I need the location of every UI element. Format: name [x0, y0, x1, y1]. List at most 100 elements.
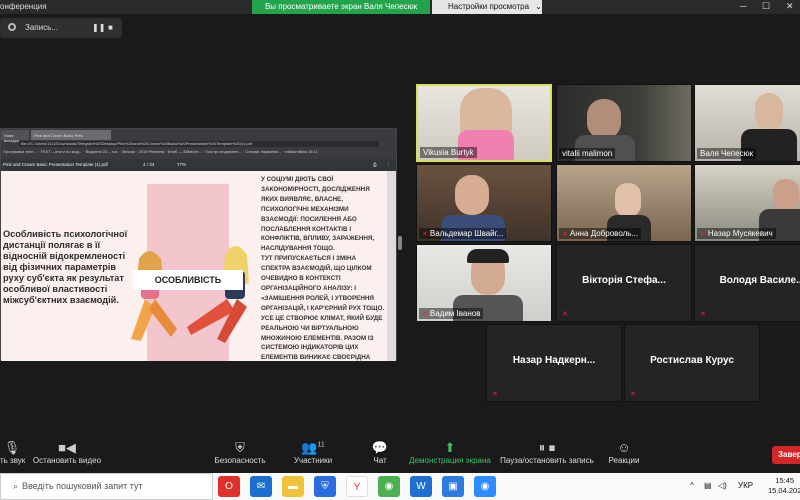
- splitter-handle[interactable]: [398, 236, 402, 250]
- participant-tile[interactable]: ✕ Вальдемар Швайг...: [416, 164, 552, 242]
- participants-button[interactable]: 👥11 Участники: [290, 440, 336, 465]
- security-button[interactable]: ⛨ Безопасность: [212, 440, 268, 465]
- chat-bubble-icon: 💬: [371, 440, 389, 455]
- pdf-title: Pink and Cream Basic Presentation Templa…: [3, 162, 108, 167]
- mute-button[interactable]: 🎙 ть звук: [0, 440, 25, 465]
- bookmark[interactable]: TEXT – итоги по мод...: [40, 149, 82, 154]
- browser-chrome: Нова вкладка Pink and Cream Basic Pres f…: [1, 129, 396, 159]
- pause-recording-button[interactable]: ⏸ ⏹ Пауза/остановить запись: [498, 440, 596, 465]
- volume-icon[interactable]: ◁): [718, 481, 727, 490]
- participant-grid: Vikusia Burtyk vitalii malimon Валя Чепе…: [405, 80, 800, 404]
- participant-tile[interactable]: Назар Надкерн... ✕: [486, 324, 622, 402]
- illustration-women: [131, 246, 249, 343]
- participant-name: Володя Василе...: [719, 275, 800, 286]
- bookmark[interactable]: Гіссгірх ендоменн...: [205, 149, 241, 154]
- maximize-icon[interactable]: ☐: [762, 1, 770, 12]
- chrome-icon[interactable]: ◉: [378, 476, 400, 497]
- participant-name: Ростислав Курус: [650, 355, 734, 366]
- yandex-icon[interactable]: Y: [346, 476, 368, 497]
- participant-name: ✕ Назар Мусякевич: [697, 228, 776, 239]
- browser-tab[interactable]: Нова вкладка: [1, 130, 29, 143]
- file-explorer-icon[interactable]: ▬: [282, 476, 304, 497]
- participant-name-text: Вальдемар Швайг...: [429, 229, 504, 238]
- windows-taskbar: ⌕ Введіть пошуковий запит тут O ✉ ▬ ⛨ Y ◉…: [0, 473, 800, 500]
- presentation-slide: Особливість психологічної дистанції поля…: [1, 171, 388, 361]
- participant-name: ✕ Вальдемар Швайг...: [419, 228, 507, 239]
- taskbar-search-input[interactable]: ⌕ Введіть пошуковий запит тут: [0, 473, 213, 500]
- bookmark[interactable]: militiamilitan 18:11: [285, 149, 318, 154]
- participants-label: Участники: [293, 456, 333, 465]
- network-icon[interactable]: ▤: [704, 481, 712, 490]
- share-banner: Вы просматриваете экран Валя Чепесюк: [252, 0, 430, 14]
- zoom-level[interactable]: 77%: [177, 159, 186, 171]
- participant-name-text: Анна Доброволь...: [569, 229, 639, 238]
- pdf-scrollbar[interactable]: [387, 171, 396, 361]
- page-indicator[interactable]: 4 / 34: [143, 159, 154, 171]
- participant-name: ✕ Анна Доброволь...: [559, 228, 642, 239]
- participant-tile[interactable]: Ростислав Курус ✕: [624, 324, 760, 402]
- chat-button[interactable]: 💬 Чат: [366, 440, 394, 465]
- security-center-icon[interactable]: ⛨: [314, 476, 336, 497]
- chevron-down-icon: ⌄: [535, 2, 542, 11]
- participants-icon: 👥11: [301, 440, 325, 455]
- shared-screen: Нова вкладка Pink and Cream Basic Pres f…: [0, 128, 397, 361]
- mic-muted-icon: ✕: [562, 311, 568, 318]
- mic-muted-icon: ✕: [492, 391, 498, 398]
- minimize-icon[interactable]: ─: [740, 1, 746, 11]
- participant-name: ✕ Вадим Іванов: [419, 308, 484, 319]
- view-settings-button[interactable]: Настройки просмотра ⌄: [432, 0, 542, 14]
- view-settings-label: Настройки просмотра: [448, 2, 530, 11]
- participant-tile[interactable]: Вікторія Стефа... ✕: [556, 244, 692, 322]
- zoom-app-icon[interactable]: ▣: [442, 476, 464, 497]
- bookmark[interactable]: Видання 22 – н.в.: [86, 149, 119, 154]
- record-dot-icon: [8, 23, 16, 31]
- taskbar-clock[interactable]: 15:45 15.04.202: [768, 476, 800, 496]
- participant-tile[interactable]: ✕ Вадим Іванов: [416, 244, 552, 322]
- mic-muted-icon: ✕: [630, 391, 636, 398]
- bookmark[interactable]: Зв'язок: [122, 149, 135, 154]
- video-camera-icon: ■◀: [58, 440, 76, 455]
- participant-tile[interactable]: Володя Василе... ✕: [694, 244, 800, 322]
- reactions-button[interactable]: ☺ Реакции: [604, 440, 644, 465]
- bookmark[interactable]: 2019 Pinterest: [139, 149, 165, 154]
- word-icon[interactable]: W: [410, 476, 432, 497]
- pause-recording-icon[interactable]: ❚❚: [92, 23, 105, 32]
- participant-name: Валя Чепесюк: [697, 148, 757, 159]
- browser-tab-active[interactable]: Pink and Cream Basic Pres: [31, 130, 111, 140]
- address-bar[interactable]: file:///C:/Users/1111/Downloads/Telegram…: [19, 141, 379, 147]
- microphone-icon: 🎙: [3, 440, 21, 455]
- participant-tile[interactable]: Vikusia Burtyk: [416, 84, 552, 162]
- participant-tile[interactable]: Валя Чепесюк: [694, 84, 800, 162]
- bookmark[interactable]: Программи теле...: [3, 149, 37, 154]
- print-icon[interactable]: ⎙: [373, 159, 377, 171]
- bookmark[interactable]: Клиб — Бібліоте...: [168, 149, 202, 154]
- participant-name: Вікторія Стефа...: [582, 275, 666, 286]
- stop-recording-icon[interactable]: ■: [108, 23, 113, 32]
- participant-name-text: Назар Мусякевич: [707, 229, 773, 238]
- slide-left-text: Особливість психологічної дистанції поля…: [3, 229, 128, 305]
- recording-label: Запись...: [25, 23, 58, 32]
- share-screen-button[interactable]: ⬆ Демонстрация экрана: [408, 440, 492, 465]
- more-icon[interactable]: ⋮: [386, 159, 391, 171]
- mail-icon[interactable]: ✉: [250, 476, 272, 497]
- shield-icon: ⛨: [235, 440, 245, 455]
- stop-video-button[interactable]: ■◀ Остановить видео: [32, 440, 102, 465]
- close-icon[interactable]: ✕: [786, 1, 794, 12]
- opera-icon[interactable]: O: [218, 476, 240, 497]
- share-screen-label: Демонстрация экрана: [409, 456, 491, 465]
- chat-label: Чат: [373, 456, 387, 465]
- zoom-meeting-icon[interactable]: ◉: [474, 476, 496, 497]
- mic-muted-icon: ✕: [700, 231, 706, 238]
- participant-tile[interactable]: ✕ Анна Доброволь...: [556, 164, 692, 242]
- tray-chevron-icon[interactable]: ^: [690, 481, 694, 490]
- search-icon: ⌕: [13, 481, 19, 491]
- bookmark[interactable]: Основи лікування...: [245, 149, 281, 154]
- participant-tile[interactable]: vitalii malimon: [556, 84, 692, 162]
- keyboard-language[interactable]: УКР: [738, 481, 753, 490]
- participant-tile[interactable]: ✕ Назар Мусякевич: [694, 164, 800, 242]
- mic-muted-icon: ✕: [422, 231, 428, 238]
- end-meeting-button[interactable]: Завер: [772, 446, 800, 464]
- mic-muted-icon: ✕: [700, 311, 706, 318]
- security-label: Безопасность: [214, 456, 266, 465]
- clock-date: 15.04.202: [768, 486, 800, 495]
